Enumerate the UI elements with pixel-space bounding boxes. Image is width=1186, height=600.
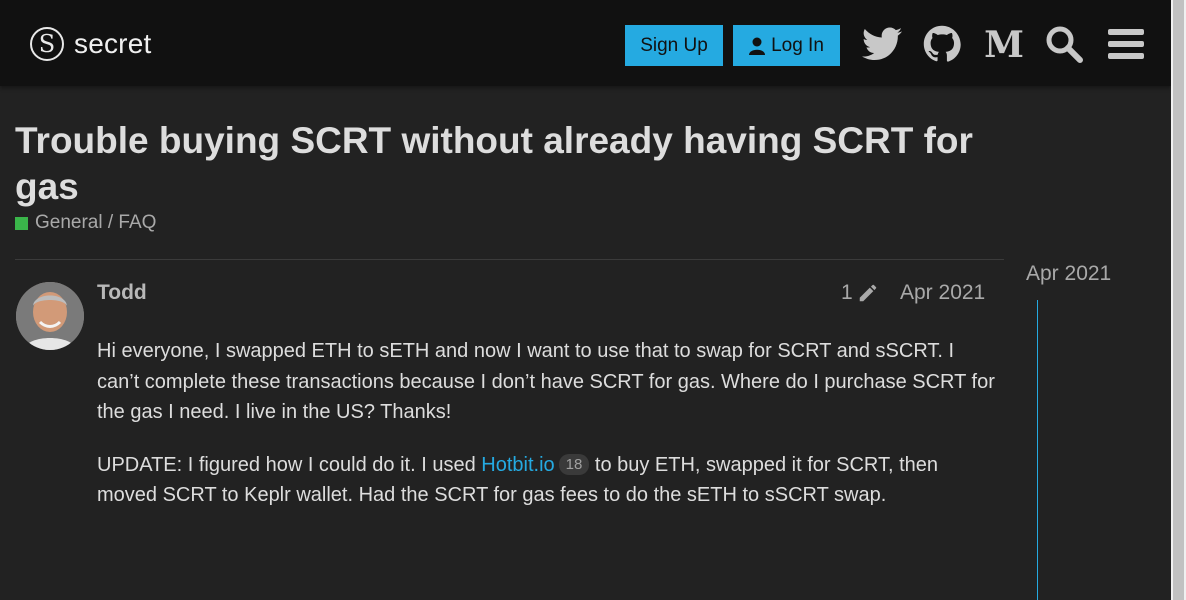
svg-text:M: M bbox=[984, 27, 1024, 61]
post-date[interactable]: Apr 2021 bbox=[900, 281, 985, 305]
medium-icon[interactable]: M bbox=[982, 22, 1026, 66]
category-color-swatch bbox=[15, 216, 28, 230]
user-icon bbox=[749, 37, 766, 55]
search-icon[interactable] bbox=[1042, 22, 1086, 66]
logo-text: secret bbox=[74, 28, 152, 59]
log-in-label: Log In bbox=[771, 34, 824, 56]
hotbit-link[interactable]: Hotbit.io bbox=[481, 454, 554, 476]
post-author[interactable]: Todd bbox=[97, 281, 147, 305]
timeline-scroller[interactable] bbox=[1037, 300, 1038, 600]
category-link[interactable]: General / FAQ bbox=[15, 212, 156, 234]
sign-up-button[interactable]: Sign Up bbox=[625, 25, 723, 66]
title-divider bbox=[15, 259, 1004, 260]
timeline-date[interactable]: Apr 2021 bbox=[1026, 262, 1111, 286]
secret-logo-icon: S bbox=[30, 27, 64, 61]
post-paragraph: Hi everyone, I swapped ETH to sETH and n… bbox=[97, 340, 995, 423]
post-body: Hi everyone, I swapped ETH to sETH and n… bbox=[97, 336, 997, 533]
twitter-icon[interactable] bbox=[860, 22, 904, 66]
topic-title[interactable]: Trouble buying SCRT without already havi… bbox=[15, 118, 1025, 210]
post-paragraph-update: UPDATE: I figured how I could do it. I u… bbox=[97, 450, 997, 511]
pencil-icon bbox=[859, 284, 876, 302]
site-logo[interactable]: S secret bbox=[30, 24, 151, 64]
avatar[interactable] bbox=[16, 282, 84, 350]
log-in-button[interactable]: Log In bbox=[733, 25, 840, 66]
sign-up-label: Sign Up bbox=[640, 34, 708, 56]
site-header: S secret Sign Up Log In M bbox=[0, 0, 1171, 86]
hamburger-menu-icon[interactable] bbox=[1104, 22, 1148, 66]
edit-history-button[interactable]: 1 bbox=[841, 281, 879, 305]
update-text-before: UPDATE: I figured how I could do it. I u… bbox=[97, 453, 482, 476]
link-click-count-badge: 18 bbox=[558, 453, 590, 475]
edit-count: 1 bbox=[841, 281, 853, 304]
category-label: General / FAQ bbox=[35, 212, 157, 233]
github-icon[interactable] bbox=[920, 22, 964, 66]
scrollbar-thumb[interactable] bbox=[1173, 0, 1184, 600]
